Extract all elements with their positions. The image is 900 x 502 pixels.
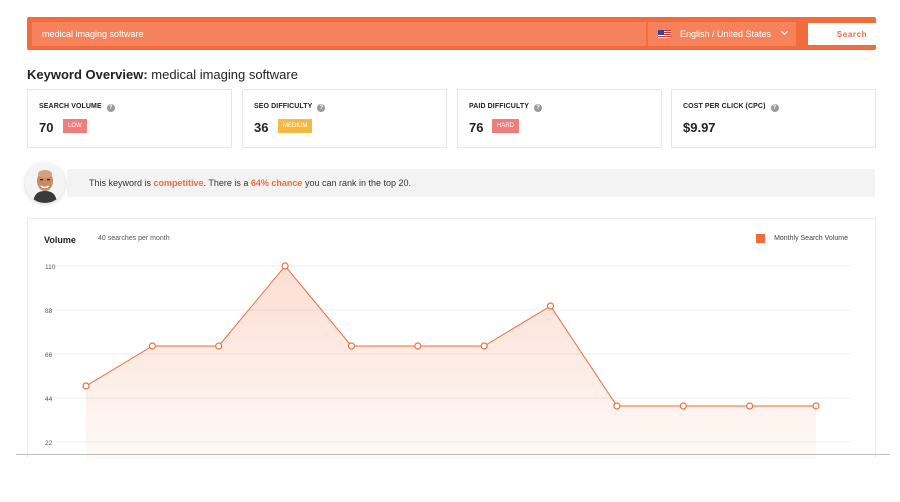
help-icon[interactable]: ? — [317, 104, 326, 112]
metric-label: PAID DIFFICULTY? — [469, 103, 542, 112]
data-point — [215, 342, 223, 350]
page-title-keyword: medical imaging software — [151, 67, 298, 82]
data-point — [546, 302, 555, 310]
data-point — [613, 402, 621, 410]
status-badge: HARD — [492, 119, 520, 133]
volume-chart-panel: Volume 40 searches per month Monthly Sea… — [27, 218, 876, 459]
us-flag-icon — [658, 30, 671, 38]
y-tick-label: 88 — [45, 308, 53, 315]
data-point — [480, 342, 488, 350]
help-icon[interactable]: ? — [106, 104, 115, 112]
data-point — [414, 342, 422, 350]
y-tick-label: 22 — [45, 440, 53, 447]
status-badge: LOW — [63, 119, 87, 133]
locale-label: English / United States — [680, 29, 772, 39]
data-point — [679, 402, 687, 410]
competitiveness-highlight: competitive — [153, 178, 204, 188]
y-tick-label: 66 — [45, 352, 53, 359]
search-input[interactable] — [32, 22, 646, 46]
seo-difficulty-card: SEO DIFFICULTY? 36 MEDIUM — [242, 89, 447, 148]
search-volume-card: SEARCH VOLUME? 70 LOW — [27, 89, 232, 148]
metric-value: 70 — [39, 120, 54, 135]
data-point — [281, 262, 289, 270]
paid-difficulty-card: PAID DIFFICULTY? 76 HARD — [457, 89, 662, 148]
search-bar: English / United States Search — [27, 17, 896, 50]
metric-label: COST PER CLICK (CPC)? — [683, 103, 779, 112]
cpc-card: COST PER CLICK (CPC)? $9.97 — [671, 89, 876, 148]
page-title-prefix: Keyword Overview: — [27, 67, 148, 82]
data-point — [148, 342, 156, 350]
status-badge: MEDIUM — [278, 119, 313, 133]
data-point — [347, 342, 356, 350]
metric-value: 76 — [469, 120, 484, 135]
divider — [16, 454, 890, 455]
volume-chart: 110 88 66 44 22 — [45, 262, 850, 459]
chance-highlight: 64% chance — [250, 178, 303, 188]
metric-value: $9.97 — [683, 120, 716, 135]
data-point — [812, 402, 820, 410]
search-button[interactable]: Search — [808, 23, 896, 45]
data-point — [746, 402, 754, 410]
insight-message: This keyword is competitive. There is a … — [67, 169, 875, 197]
metric-label: SEO DIFFICULTY? — [254, 103, 326, 112]
metric-label: SEARCH VOLUME? — [39, 103, 115, 112]
page-title: Keyword Overview: medical imaging softwa… — [27, 67, 298, 82]
help-icon[interactable]: ? — [770, 104, 779, 112]
y-tick-label: 44 — [45, 396, 53, 403]
data-point — [82, 382, 90, 390]
avatar-image — [25, 163, 65, 203]
avatar — [25, 163, 65, 203]
area-fill — [86, 266, 816, 459]
metric-value: 36 — [254, 120, 269, 135]
help-icon[interactable]: ? — [533, 104, 542, 112]
y-tick-label: 110 — [45, 264, 56, 271]
chevron-down-icon — [780, 27, 789, 36]
locale-select[interactable]: English / United States — [648, 22, 796, 46]
